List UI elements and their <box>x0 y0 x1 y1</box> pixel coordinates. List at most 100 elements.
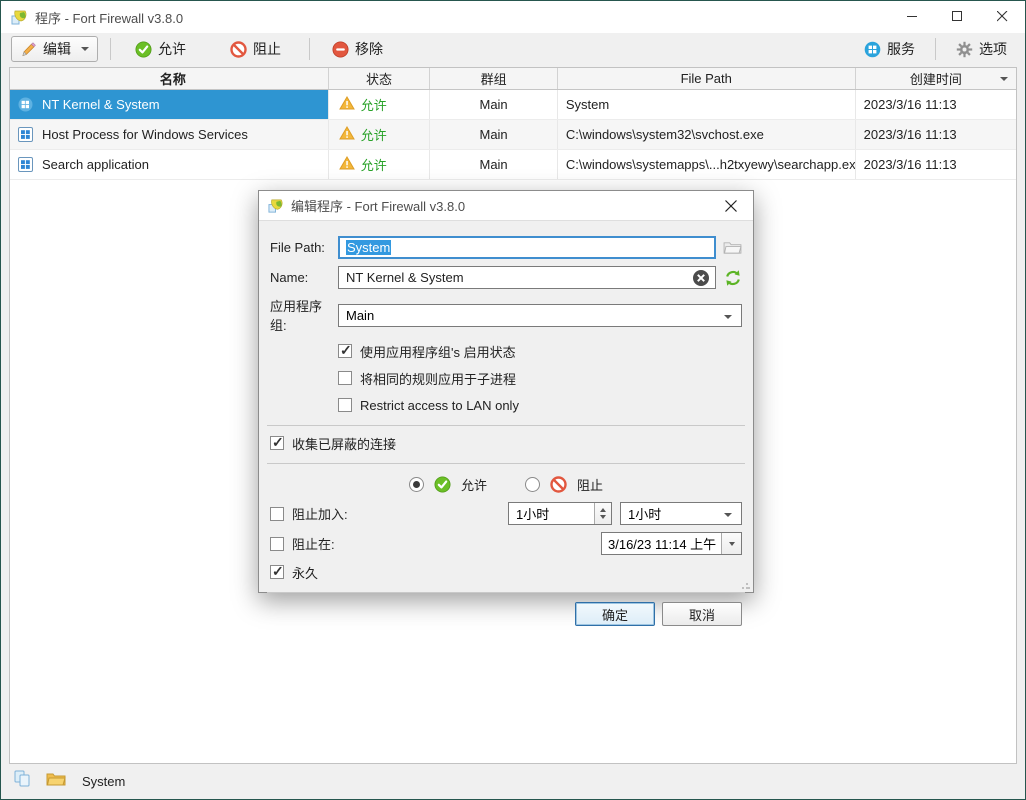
use-group-state-checkbox-row[interactable]: 使用应用程序组's 启用状态 <box>338 341 742 361</box>
file-path-label: File Path: <box>270 240 338 255</box>
browse-folder-icon[interactable] <box>716 240 742 255</box>
allow-button[interactable]: 允许 <box>127 35 194 63</box>
app-window: 程序 - Fort Firewall v3.8.0 编辑 <box>0 0 1026 800</box>
cell-group[interactable]: Main <box>430 150 557 179</box>
lan-only-checkbox[interactable] <box>338 398 352 412</box>
allow-radio[interactable] <box>409 477 424 492</box>
name-value: NT Kernel & System <box>346 270 464 285</box>
remove-minus-icon <box>332 41 349 58</box>
name-input[interactable]: NT Kernel & System <box>338 266 716 289</box>
clear-name-icon[interactable] <box>692 269 710 290</box>
toolbar: 编辑 允许 阻止 <box>1 33 1025 65</box>
block-label: 阻止 <box>253 39 281 59</box>
dialog-body: File Path: System Name: NT Kernel & Syst… <box>259 221 753 626</box>
group-combobox[interactable]: Main <box>338 304 742 327</box>
cell-status[interactable]: 允许 <box>329 90 431 119</box>
cell-path[interactable]: C:\windows\systemapps\...h2txyewy\search… <box>558 150 856 179</box>
cancel-button[interactable]: 取消 <box>662 602 742 626</box>
dialog-title: 编辑程序 - Fort Firewall v3.8.0 <box>291 196 465 215</box>
cell-created[interactable]: 2023/3/16 11:13 <box>856 120 1016 149</box>
spinner-arrows-icon[interactable] <box>594 503 611 524</box>
cell-status[interactable]: 允许 <box>329 120 431 149</box>
caption-buttons <box>890 1 1025 33</box>
refresh-name-icon[interactable] <box>716 269 742 287</box>
lan-only-checkbox-row[interactable]: Restrict access to LAN only <box>338 395 742 415</box>
child-rules-checkbox-row[interactable]: 将相同的规则应用于子进程 <box>338 368 742 388</box>
options-label: 选项 <box>979 39 1007 59</box>
services-label: 服务 <box>887 39 915 59</box>
sort-indicator-icon <box>1000 77 1008 81</box>
cell-path[interactable]: C:\windows\system32\svchost.exe <box>558 120 856 149</box>
cell-name[interactable]: NT Kernel & System <box>10 90 329 119</box>
services-button[interactable]: 服务 <box>856 35 923 63</box>
column-header-path[interactable]: File Path <box>558 68 856 89</box>
block-icon <box>230 41 247 58</box>
minimize-button[interactable] <box>890 1 935 32</box>
block-button[interactable]: 阻止 <box>222 35 289 63</box>
table-row[interactable]: NT Kernel & System 允许 Main System 2023/3… <box>10 90 1016 120</box>
cell-created[interactable]: 2023/3/16 11:13 <box>856 90 1016 119</box>
block-in-row: 阻止加入: 1小时 1小时 <box>270 502 742 525</box>
block-at-checkbox[interactable] <box>270 537 284 551</box>
block-in-hours-spinner[interactable]: 1小时 <box>508 502 612 525</box>
block-icon <box>550 476 567 493</box>
block-in-checkbox[interactable] <box>270 507 284 521</box>
pencil-icon <box>20 41 37 58</box>
dialog-titlebar: 编辑程序 - Fort Firewall v3.8.0 <box>259 191 753 221</box>
chevron-down-icon <box>81 47 89 51</box>
name-label: Name: <box>270 270 338 285</box>
close-button[interactable] <box>980 1 1025 32</box>
child-rules-checkbox[interactable] <box>338 371 352 385</box>
cell-status[interactable]: 允许 <box>329 150 431 179</box>
block-in-unit-combobox[interactable]: 1小时 <box>620 502 742 525</box>
forever-checkbox-row[interactable]: 永久 <box>270 562 742 582</box>
toolbar-separator <box>110 38 111 60</box>
warning-icon <box>339 126 355 143</box>
cell-group[interactable]: Main <box>430 90 557 119</box>
cell-created[interactable]: 2023/3/16 11:13 <box>856 150 1016 179</box>
dialog-close-button[interactable] <box>718 193 744 219</box>
group-label: 应用程序组: <box>270 296 338 334</box>
toolbar-separator <box>309 38 310 60</box>
window-title: 程序 - Fort Firewall v3.8.0 <box>35 8 183 27</box>
file-path-value: System <box>346 240 391 255</box>
collect-blocked-checkbox[interactable] <box>270 436 284 450</box>
column-header-group[interactable]: 群组 <box>430 68 557 89</box>
app-logo-icon <box>11 9 28 26</box>
use-group-state-checkbox[interactable] <box>338 344 352 358</box>
file-path-row: File Path: System <box>270 236 742 259</box>
group-value: Main <box>346 308 374 323</box>
block-radio[interactable] <box>525 477 540 492</box>
table-row[interactable]: Search application 允许 Main C:\windows\sy… <box>10 150 1016 180</box>
cell-path[interactable]: System <box>558 90 856 119</box>
copy-path-icon[interactable] <box>14 770 32 793</box>
cell-name[interactable]: Search application <box>10 150 329 179</box>
column-header-name[interactable]: 名称 <box>10 68 329 89</box>
maximize-button[interactable] <box>935 1 980 32</box>
file-path-input[interactable]: System <box>338 236 716 259</box>
folder-icon[interactable] <box>46 771 66 792</box>
titlebar: 程序 - Fort Firewall v3.8.0 <box>1 1 1025 33</box>
table-header-row: 名称 状态 群组 File Path 创建时间 <box>10 68 1016 90</box>
cell-name[interactable]: Host Process for Windows Services <box>10 120 329 149</box>
options-button[interactable]: 选项 <box>948 35 1015 63</box>
statusbar: System <box>2 765 1024 798</box>
app-logo-icon <box>268 198 284 214</box>
group-row: 应用程序组: Main <box>270 296 742 334</box>
chevron-down-icon[interactable] <box>721 533 741 554</box>
column-header-created[interactable]: 创建时间 <box>856 68 1016 89</box>
block-at-datetime-picker[interactable]: 3/16/23 11:14 上午 <box>601 532 742 555</box>
column-header-status[interactable]: 状态 <box>329 68 431 89</box>
edit-label: 编辑 <box>43 39 71 59</box>
edit-menu-button[interactable]: 编辑 <box>11 36 98 62</box>
windows-app-icon <box>18 157 33 172</box>
windows-app-icon <box>18 97 33 112</box>
collect-blocked-checkbox-row[interactable]: 收集已屏蔽的连接 <box>270 433 742 453</box>
ok-button[interactable]: 确定 <box>575 602 655 626</box>
name-row: Name: NT Kernel & System <box>270 266 742 289</box>
remove-button[interactable]: 移除 <box>324 35 391 63</box>
table-row[interactable]: Host Process for Windows Services 允许 Mai… <box>10 120 1016 150</box>
resize-grip[interactable] <box>741 580 751 590</box>
forever-checkbox[interactable] <box>270 565 284 579</box>
cell-group[interactable]: Main <box>430 120 557 149</box>
